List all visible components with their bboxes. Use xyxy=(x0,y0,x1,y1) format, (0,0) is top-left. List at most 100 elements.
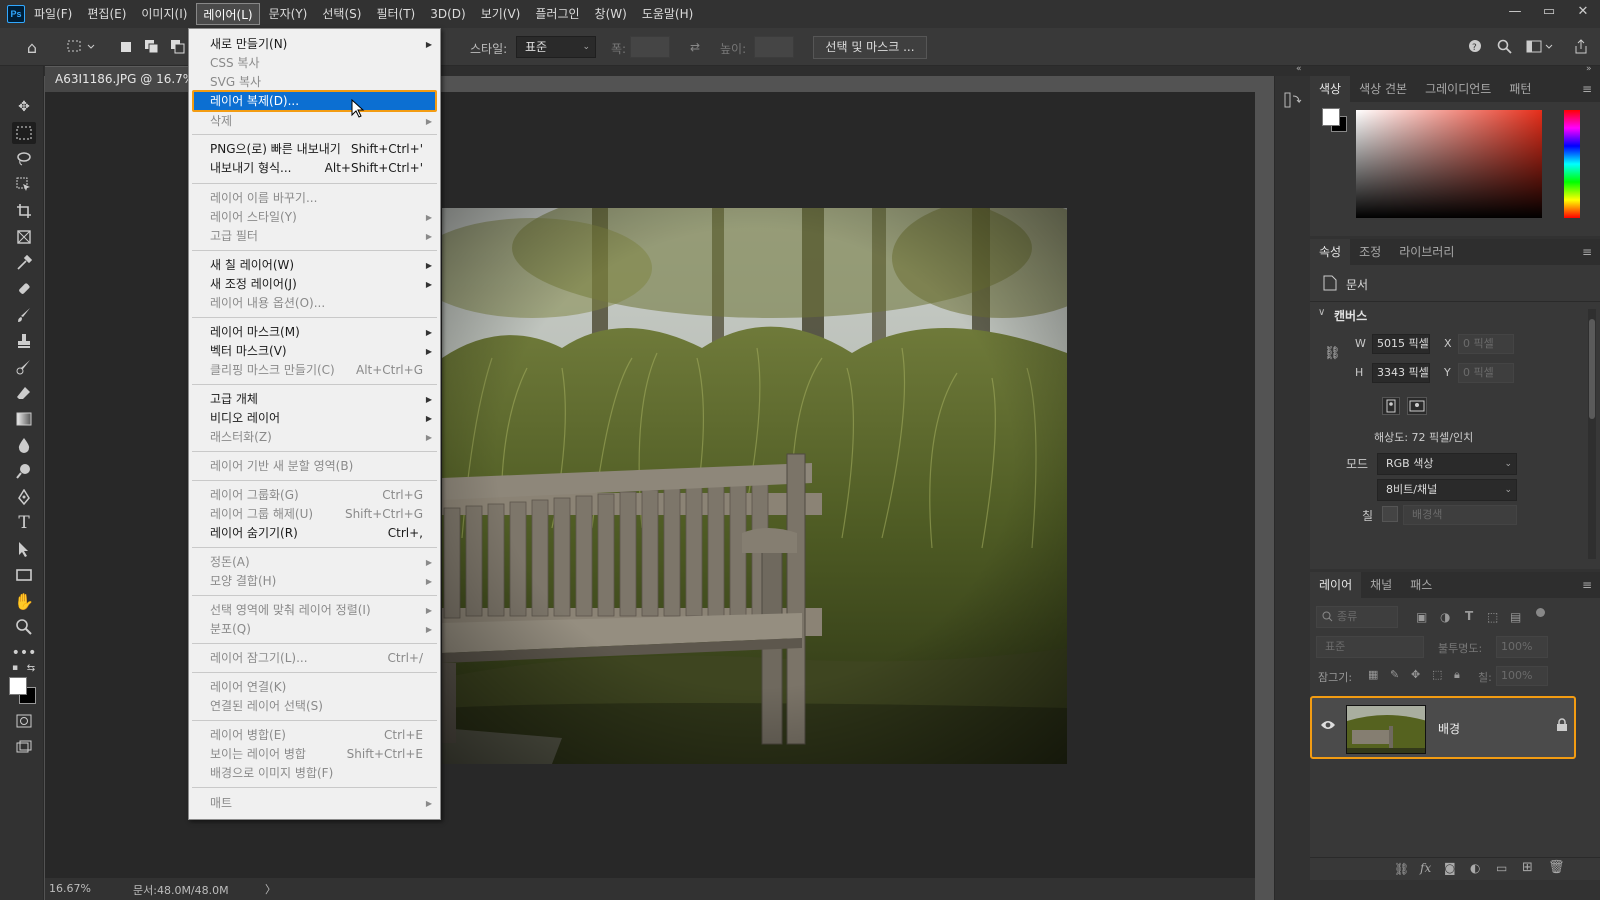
blend-mode-select[interactable]: 표준 xyxy=(1316,636,1424,658)
layer-row[interactable]: 배경 xyxy=(1310,696,1576,759)
panel-menu-icon[interactable]: ≡ xyxy=(1582,245,1592,259)
new-group-icon[interactable]: ▭ xyxy=(1496,861,1507,875)
menu-filter[interactable]: 필터(T) xyxy=(370,3,421,25)
swap-icon[interactable]: ⇄ xyxy=(685,37,705,57)
tab-adjustments[interactable]: 조정 xyxy=(1350,239,1390,265)
search-icon[interactable] xyxy=(1495,37,1515,57)
menu-file[interactable]: 파일(F) xyxy=(28,3,78,25)
menu-item-duplicate-layer[interactable]: 레이어 복제(D)... xyxy=(192,90,437,112)
tab-channels[interactable]: 채널 xyxy=(1361,572,1401,598)
restore-icon[interactable]: ▭ xyxy=(1532,0,1566,28)
new-adjustment-icon[interactable]: ◐ xyxy=(1470,861,1480,875)
menu-edit[interactable]: 편집(E) xyxy=(81,3,132,25)
chevron-down-icon[interactable]: ∨ xyxy=(1318,307,1325,318)
properties-scrollbar[interactable] xyxy=(1588,309,1596,559)
pen-tool-icon[interactable] xyxy=(12,486,36,508)
share-icon[interactable] xyxy=(1571,37,1591,57)
panel-menu-icon[interactable]: ≡ xyxy=(1582,578,1592,592)
add-selection-icon[interactable] xyxy=(142,37,162,57)
lock-transparent-icon[interactable]: ▦ xyxy=(1368,668,1378,681)
fx-icon[interactable]: fx xyxy=(1420,861,1431,875)
menu-type[interactable]: 문자(Y) xyxy=(263,3,314,25)
dodge-tool-icon[interactable] xyxy=(12,460,36,482)
add-mask-icon[interactable]: ◙ xyxy=(1444,861,1456,875)
menu-item-new-fill-layer[interactable]: 새 칠 레이어(W) ▶ xyxy=(189,256,440,275)
document-tab[interactable]: A63I1186.JPG @ 16.7% (R xyxy=(45,66,195,92)
close-icon[interactable]: ✕ xyxy=(1566,0,1600,28)
fill-color-swatch[interactable] xyxy=(1382,506,1398,522)
gradient-tool-icon[interactable] xyxy=(12,408,36,430)
marquee-preset-icon[interactable] xyxy=(64,37,100,57)
photoshop-logo-icon[interactable]: Ps xyxy=(7,5,25,23)
move-tool-icon[interactable]: ✥ xyxy=(12,96,36,118)
workspace-icon[interactable] xyxy=(1525,37,1555,57)
rectangle-tool-icon[interactable] xyxy=(12,564,36,586)
hue-slider[interactable] xyxy=(1564,110,1580,218)
menu-item-export-as[interactable]: 내보내기 형식... Alt+Shift+Ctrl+' xyxy=(189,159,440,178)
color-mode-select[interactable]: RGB 색상 ⌄ xyxy=(1377,453,1517,475)
history-panel-icon[interactable] xyxy=(1283,90,1303,110)
tab-gradients[interactable]: 그레이디언트 xyxy=(1416,76,1500,102)
canvas-y-field[interactable]: 0 픽셀 xyxy=(1458,363,1514,383)
filter-toggle-icon[interactable] xyxy=(1536,608,1545,617)
canvas-width-field[interactable]: 5015 픽셀 xyxy=(1372,334,1430,354)
tab-color[interactable]: 색상 xyxy=(1310,76,1351,102)
canvas-photo[interactable] xyxy=(442,208,1067,764)
panel-menu-icon[interactable]: ≡ xyxy=(1582,82,1592,96)
menu-item-smart-objects[interactable]: 고급 개체 ▶ xyxy=(189,390,440,409)
fg-color-chip[interactable] xyxy=(1322,108,1340,126)
frame-tool-icon[interactable] xyxy=(12,226,36,248)
tab-patterns[interactable]: 패턴 xyxy=(1500,76,1540,102)
screen-mode-icon[interactable] xyxy=(12,736,36,758)
visibility-eye-icon[interactable] xyxy=(1320,719,1336,734)
eraser-tool-icon[interactable] xyxy=(12,382,36,404)
crop-tool-icon[interactable] xyxy=(12,200,36,222)
tab-swatches[interactable]: 색상 견본 xyxy=(1350,76,1416,102)
collapse-icons-icon[interactable]: « xyxy=(1296,64,1302,74)
default-colors-icon[interactable]: ▪ xyxy=(8,662,22,674)
filter-adjustment-icon[interactable]: ◑ xyxy=(1440,610,1450,624)
fill-field[interactable]: 100% xyxy=(1496,666,1548,686)
marquee-tool-icon[interactable] xyxy=(12,122,36,144)
canvas-height-field[interactable]: 3343 픽셀 xyxy=(1372,363,1430,383)
menu-3d[interactable]: 3D(D) xyxy=(424,3,471,25)
quick-mask-icon[interactable] xyxy=(12,710,36,732)
learn-icon[interactable]: ? xyxy=(1466,37,1486,57)
zoom-tool-icon[interactable] xyxy=(12,616,36,638)
menu-layer[interactable]: 레이어(L) xyxy=(196,3,260,25)
lock-all-icon[interactable]: 🔒︎ xyxy=(1454,668,1460,682)
landscape-orientation-icon[interactable] xyxy=(1407,397,1427,415)
color-field[interactable] xyxy=(1356,110,1542,218)
canvas-x-field[interactable]: 0 픽셀 xyxy=(1458,334,1514,354)
select-and-mask-button[interactable]: 선택 및 마스크 ... xyxy=(813,36,927,59)
menu-image[interactable]: 이미지(I) xyxy=(135,3,193,25)
height-field[interactable] xyxy=(754,36,794,58)
type-tool-icon[interactable]: T xyxy=(12,512,36,534)
filter-pixel-icon[interactable]: ▣ xyxy=(1416,610,1427,624)
tab-layers[interactable]: 레이어 xyxy=(1310,572,1362,598)
menu-item-hide-layers[interactable]: 레이어 숨기기(R) Ctrl+, xyxy=(189,524,440,543)
delete-layer-icon[interactable]: 🗑︎ xyxy=(1548,860,1565,875)
width-field[interactable] xyxy=(630,36,670,58)
path-select-tool-icon[interactable] xyxy=(12,538,36,560)
menu-item-new[interactable]: 새로 만들기(N) ▶ xyxy=(189,35,440,54)
scrollbar-thumb[interactable] xyxy=(1589,319,1595,419)
link-dimensions-icon[interactable]: ⛓ xyxy=(1324,346,1341,361)
fill-select[interactable]: 배경색 xyxy=(1403,505,1517,525)
lasso-tool-icon[interactable] xyxy=(12,148,36,170)
menu-view[interactable]: 보기(V) xyxy=(475,3,527,25)
menu-select[interactable]: 선택(S) xyxy=(316,3,367,25)
clone-stamp-tool-icon[interactable] xyxy=(12,330,36,352)
style-select[interactable]: 표준 ⌄ xyxy=(516,36,596,58)
history-brush-tool-icon[interactable] xyxy=(12,356,36,378)
lock-position-icon[interactable]: ✥ xyxy=(1411,668,1420,681)
swap-colors-icon[interactable]: ⇆ xyxy=(24,662,38,674)
menu-window[interactable]: 창(W) xyxy=(589,3,633,25)
menu-item-vector-mask[interactable]: 벡터 마스크(V) ▶ xyxy=(189,342,440,361)
filter-shape-icon[interactable]: ⬚ xyxy=(1487,610,1498,624)
portrait-orientation-icon[interactable] xyxy=(1382,397,1400,415)
minimize-icon[interactable]: — xyxy=(1498,0,1532,28)
tab-properties[interactable]: 속성 xyxy=(1310,239,1351,265)
bit-depth-select[interactable]: 8비트/채널 ⌄ xyxy=(1377,479,1517,501)
link-layers-icon[interactable]: ⛓ xyxy=(1394,862,1409,876)
